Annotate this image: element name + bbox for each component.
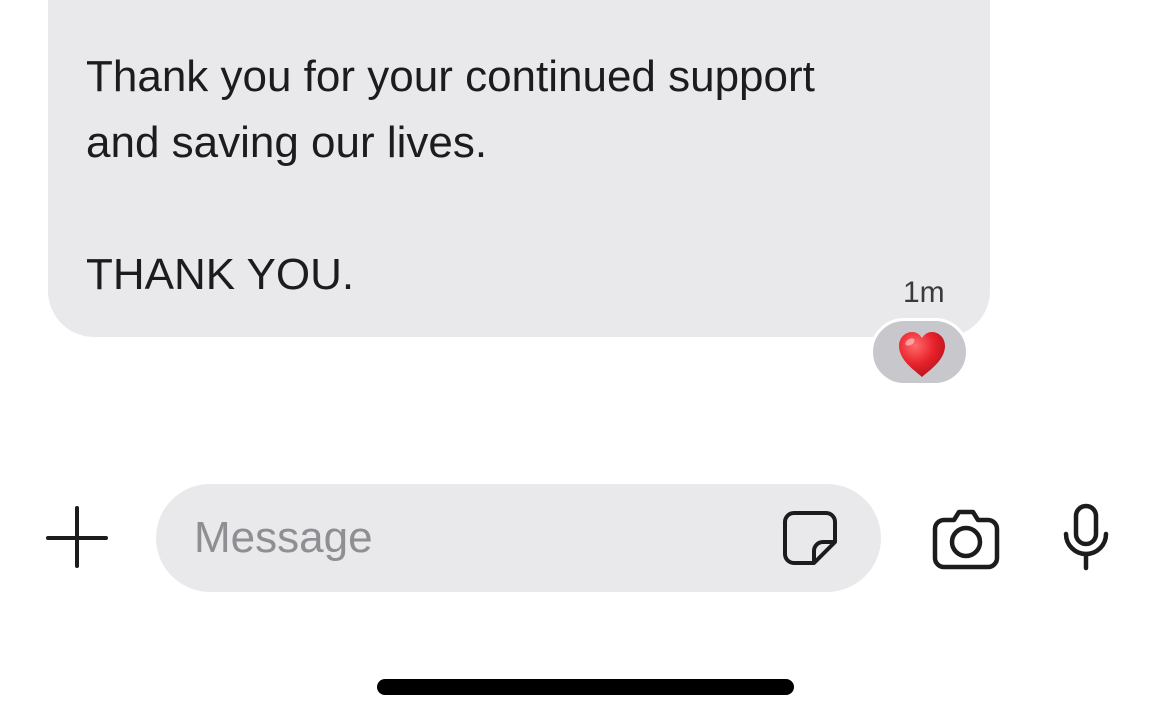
home-indicator[interactable] (377, 679, 794, 695)
camera-button[interactable] (930, 502, 1002, 574)
add-button[interactable] (44, 504, 110, 570)
sticker-button[interactable] (780, 508, 840, 568)
message-composer[interactable] (156, 484, 881, 592)
sticker-icon (783, 511, 837, 565)
camera-icon (932, 509, 1000, 570)
message-input[interactable] (194, 510, 754, 566)
plus-icon (46, 506, 108, 568)
message-text-line-3: THANK YOU. (86, 250, 355, 299)
microphone-icon (1063, 503, 1109, 571)
reaction-badge[interactable] (870, 318, 969, 386)
message-text-line-1: Thank you for your continued support (86, 52, 815, 101)
microphone-button[interactable] (1058, 502, 1114, 574)
heart-icon (899, 332, 945, 377)
message-text-line-2: and saving our lives. (86, 118, 488, 167)
message-timestamp: 1m (903, 276, 945, 309)
